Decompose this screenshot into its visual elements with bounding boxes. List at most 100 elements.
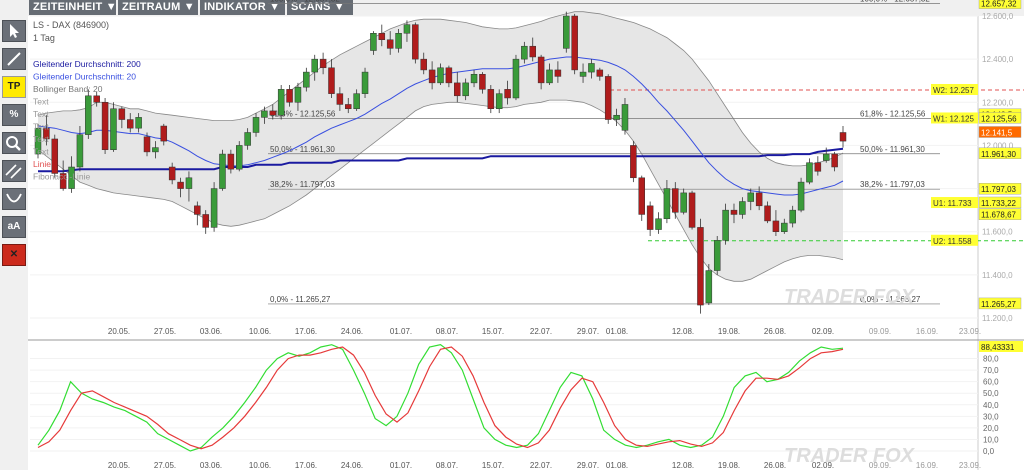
- candle-body: [487, 89, 495, 110]
- candle-body: [806, 162, 813, 183]
- date-tick-label: 02.09.: [812, 327, 834, 336]
- date-tick-label: 01.07.: [390, 461, 412, 470]
- candle-body: [537, 56, 545, 84]
- candle-body: [479, 73, 486, 90]
- stoch-tick-label: 70,0: [983, 366, 999, 375]
- date-tick-label: 01.08.: [606, 327, 628, 336]
- candle-body: [101, 102, 109, 150]
- level-tag: W2: 12.257: [933, 86, 974, 95]
- candle-body: [604, 76, 612, 120]
- candle-body: [797, 181, 805, 211]
- instrument-label: LS - DAX (846900): [33, 20, 109, 30]
- date-tick-label: 12.08.: [672, 461, 694, 470]
- candle-body: [420, 58, 427, 71]
- watermark-top: TRADER FOX: [784, 286, 916, 308]
- candle-body: [672, 188, 679, 213]
- candle-body: [563, 15, 570, 49]
- candle-body: [730, 209, 738, 215]
- candle-body: [168, 166, 176, 181]
- date-tick-label: 29.07.: [577, 461, 599, 470]
- candle-body: [286, 89, 293, 103]
- price-axis: 12.600,012.400,012.200,012.000,011.800,0…: [982, 12, 1014, 323]
- candle-body: [336, 93, 344, 105]
- date-tick-label: 23.09.: [959, 461, 981, 470]
- candle-body: [378, 33, 386, 40]
- date-tick-label: 22.07.: [530, 461, 552, 470]
- candle-body: [85, 95, 92, 135]
- price-tick-label: 12.200,0: [982, 98, 1014, 107]
- price-tag: 11.265,27: [981, 300, 1017, 309]
- candle-body: [269, 110, 277, 116]
- candle-body: [646, 205, 654, 230]
- legend-item: Text: [33, 109, 49, 119]
- legend-item: Text: [33, 97, 49, 107]
- candle-body: [554, 69, 562, 77]
- candle-body: [353, 93, 360, 110]
- price-tag: 12.657,32: [981, 0, 1017, 9]
- chart-canvas[interactable]: 100,0% - 12.657,32 100,0% - 12.657,32 61,8…: [0, 0, 1024, 470]
- date-tick-label: 10.06.: [249, 327, 271, 336]
- stoch-tick-label: 60,0: [983, 378, 999, 387]
- candle-body: [303, 71, 310, 88]
- candle-body: [236, 145, 243, 170]
- date-tick-label: 15.07.: [482, 327, 504, 336]
- candle-body: [613, 114, 620, 120]
- date-tick-label: 16.09.: [916, 327, 938, 336]
- candle-body: [143, 136, 151, 153]
- date-tick-label: 29.07.: [577, 327, 599, 336]
- candle-body: [110, 108, 117, 150]
- candle-body: [93, 95, 100, 103]
- date-tick-label: 20.05.: [108, 327, 130, 336]
- candle-body: [319, 58, 327, 69]
- candle-body: [839, 132, 847, 142]
- candle-body: [462, 82, 469, 97]
- candle-body: [831, 153, 838, 168]
- candle-body: [428, 69, 436, 84]
- candle-body: [579, 71, 587, 77]
- date-tick-label: 26.08.: [764, 461, 786, 470]
- stoch-tick-label: 80,0: [983, 355, 999, 364]
- candle-body: [747, 192, 755, 202]
- candle-body: [630, 145, 637, 179]
- candle-body: [345, 104, 352, 110]
- candle-body: [504, 89, 511, 99]
- candle-body: [772, 220, 780, 232]
- fib-label-left: 38,2% - 11.797,03: [270, 180, 335, 189]
- date-tick-label: 17.06.: [295, 461, 317, 470]
- candle-body: [177, 181, 184, 189]
- candle-body: [596, 69, 604, 77]
- stoch-tick-label: 10,0: [983, 435, 999, 444]
- stoch-tick-label: 20,0: [983, 424, 999, 433]
- candle-body: [781, 222, 788, 232]
- candle-body: [588, 63, 595, 73]
- legend-item: Gleitender Durchschnitt: 200: [33, 59, 141, 69]
- date-tick-label: 24.06.: [341, 327, 363, 336]
- candle-body: [160, 125, 168, 142]
- candle-body: [546, 69, 553, 84]
- stoch-tick-label: 40,0: [983, 401, 999, 410]
- candle-body: [361, 71, 369, 94]
- price-tag: 11.733,22: [981, 199, 1017, 208]
- candle-body: [412, 24, 419, 60]
- candle-body: [697, 227, 704, 306]
- candle-body: [185, 177, 193, 189]
- candle-body: [705, 270, 713, 304]
- candle-body: [437, 67, 444, 84]
- legend-item: Text: [33, 147, 49, 157]
- date-tick-label: 10.06.: [249, 461, 271, 470]
- price-tags: 12.657,3212.142,512.125,5612.141,511.961…: [978, 0, 1022, 310]
- candle-body: [403, 24, 411, 34]
- candle-body: [370, 33, 377, 51]
- level-tag: U2: 11.558: [933, 237, 972, 246]
- legend-item: Fibonacci-Linie: [33, 172, 90, 182]
- candle-body: [261, 110, 268, 118]
- legend-item: Text: [33, 122, 49, 132]
- watermark-bottom: TRADER FOX: [784, 445, 916, 467]
- date-tick-label: 03.06.: [200, 327, 222, 336]
- date-tick-label: 01.08.: [606, 461, 628, 470]
- price-tag: 12.141,5: [981, 128, 1013, 137]
- candle-body: [713, 240, 721, 271]
- candle-body: [764, 205, 771, 222]
- price-tag: 11.961,30: [981, 150, 1017, 159]
- stoch-tick-label: 30,0: [983, 412, 999, 421]
